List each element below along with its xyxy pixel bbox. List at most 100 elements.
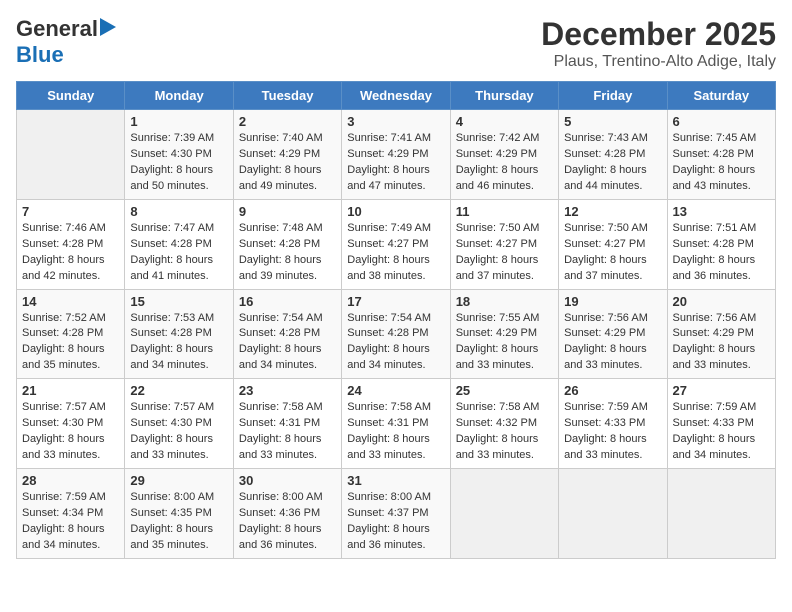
day-info: Sunrise: 7:56 AMSunset: 4:29 PMDaylight:… — [673, 311, 770, 375]
daylight-text: Daylight: 8 hours and 34 minutes. — [22, 523, 105, 551]
calendar-cell: 11Sunrise: 7:50 AMSunset: 4:27 PMDayligh… — [450, 199, 558, 289]
col-friday: Friday — [559, 82, 667, 110]
sunset-text: Sunset: 4:36 PM — [239, 507, 320, 519]
calendar-cell: 13Sunrise: 7:51 AMSunset: 4:28 PMDayligh… — [667, 199, 775, 289]
calendar-cell: 19 Sunrise: 7:56 AMSunset: 4:29 PMDayligh… — [559, 289, 667, 379]
daylight-text: Daylight: 8 hours and 33 minutes. — [456, 343, 539, 371]
calendar-cell: 23 Sunrise: 7:58 AMSunset: 4:31 PMDayligh… — [233, 379, 341, 469]
sunset-text: Sunset: 4:34 PM — [22, 507, 103, 519]
calendar-cell: 29 Sunrise: 8:00 AM Sunset: 4:35 PM Dayligh… — [125, 469, 233, 559]
day-number: 18 — [456, 294, 553, 309]
sunset-text: Sunset: 4:28 PM — [22, 327, 103, 339]
daylight-text: Daylight: 8 hours and 47 minutes. — [347, 164, 430, 192]
day-info: Sunrise: 7:50 AMSunset: 4:27 PMDaylight:… — [456, 221, 553, 285]
day-number: 20 — [673, 294, 770, 309]
calendar-cell: 4Sunrise: 7:42 AMSunset: 4:29 PMDaylight… — [450, 110, 558, 200]
daylight-text: Daylight: 8 hours and 33 minutes. — [564, 343, 647, 371]
calendar-cell: 6Sunrise: 7:45 AMSunset: 4:28 PMDaylight… — [667, 110, 775, 200]
sunrise-text: Sunrise: 7:56 AM — [673, 312, 757, 324]
day-number: 19 — [564, 294, 661, 309]
col-sunday: Sunday — [17, 82, 125, 110]
sunset-text: Sunset: 4:35 PM — [130, 507, 211, 519]
calendar-cell: 7Sunrise: 7:46 AMSunset: 4:28 PMDaylight… — [17, 199, 125, 289]
day-info: Sunrise: 7:57 AMSunset: 4:30 PMDaylight:… — [130, 400, 227, 464]
sunset-text: Sunset: 4:27 PM — [347, 238, 428, 250]
sunset-text: Sunset: 4:31 PM — [239, 417, 320, 429]
logo-arrow-icon — [100, 18, 116, 41]
calendar-cell: 15Sunrise: 7:53 AMSunset: 4:28 PMDayligh… — [125, 289, 233, 379]
sunrise-text: Sunrise: 7:48 AM — [239, 222, 323, 234]
day-number: 13 — [673, 204, 770, 219]
calendar-table: Sunday Monday Tuesday Wednesday Thursday… — [16, 81, 776, 559]
sunrise-text: Sunrise: 7:51 AM — [673, 222, 757, 234]
day-number: 7 — [22, 204, 119, 219]
calendar-week-row: 14Sunrise: 7:52 AMSunset: 4:28 PMDayligh… — [17, 289, 776, 379]
sunrise-text: Sunrise: 7:52 AM — [22, 312, 106, 324]
col-wednesday: Wednesday — [342, 82, 450, 110]
day-info: Sunrise: 7:45 AMSunset: 4:28 PMDaylight:… — [673, 131, 770, 195]
sunrise-text: Sunrise: 7:39 AM — [130, 132, 214, 144]
page-header: General Blue December 2025 Plaus, Trenti… — [16, 16, 776, 71]
calendar-cell: 3Sunrise: 7:41 AMSunset: 4:29 PMDaylight… — [342, 110, 450, 200]
sunrise-text: Sunrise: 7:57 AM — [130, 401, 214, 413]
daylight-text: Daylight: 8 hours and 39 minutes. — [239, 254, 322, 282]
sunrise-text: Sunrise: 8:00 AM — [347, 491, 431, 503]
daylight-text: Daylight: 8 hours and 43 minutes. — [673, 164, 756, 192]
day-info: Sunrise: 7:55 AMSunset: 4:29 PMDaylight:… — [456, 311, 553, 375]
day-info: Sunrise: 7:48 AMSunset: 4:28 PMDaylight:… — [239, 221, 336, 285]
sunrise-text: Sunrise: 7:50 AM — [564, 222, 648, 234]
day-number: 26 — [564, 383, 661, 398]
sunset-text: Sunset: 4:30 PM — [130, 148, 211, 160]
calendar-cell: 8Sunrise: 7:47 AMSunset: 4:28 PMDaylight… — [125, 199, 233, 289]
day-info: Sunrise: 7:57 AMSunset: 4:30 PMDaylight:… — [22, 400, 119, 464]
calendar-cell: 25Sunrise: 7:58 AMSunset: 4:32 PMDayligh… — [450, 379, 558, 469]
calendar-cell: 5Sunrise: 7:43 AMSunset: 4:28 PMDaylight… — [559, 110, 667, 200]
day-info: Sunrise: 7:58 AMSunset: 4:31 PMDaylight:… — [239, 400, 336, 464]
sunrise-text: Sunrise: 7:54 AM — [347, 312, 431, 324]
sunset-text: Sunset: 4:29 PM — [347, 148, 428, 160]
logo-text-blue: Blue — [16, 42, 64, 67]
day-info: Sunrise: 7:49 AMSunset: 4:27 PMDaylight:… — [347, 221, 444, 285]
sunset-text: Sunset: 4:28 PM — [673, 238, 754, 250]
page-title: December 2025 — [541, 16, 776, 53]
day-number: 2 — [239, 114, 336, 129]
calendar-cell: 26 Sunrise: 7:59 AMSunset: 4:33 PMDayligh… — [559, 379, 667, 469]
day-info: Sunrise: 7:59 AMSunset: 4:33 PMDaylight:… — [564, 400, 661, 464]
logo-text-general: General — [16, 16, 98, 42]
daylight-text: Daylight: 8 hours and 33 minutes. — [22, 433, 105, 461]
calendar-cell — [667, 469, 775, 559]
col-tuesday: Tuesday — [233, 82, 341, 110]
day-number: 25 — [456, 383, 553, 398]
calendar-cell: 22Sunrise: 7:57 AMSunset: 4:30 PMDayligh… — [125, 379, 233, 469]
day-info: Sunrise: 7:50 AMSunset: 4:27 PMDaylight:… — [564, 221, 661, 285]
day-number: 29 — [130, 473, 227, 488]
daylight-text: Daylight: 8 hours and 33 minutes. — [130, 433, 213, 461]
sunrise-text: Sunrise: 8:00 AM — [130, 491, 214, 503]
day-number: 9 — [239, 204, 336, 219]
sunset-text: Sunset: 4:28 PM — [130, 238, 211, 250]
calendar-cell: 12 Sunrise: 7:50 AMSunset: 4:27 PMDayligh… — [559, 199, 667, 289]
day-number: 21 — [22, 383, 119, 398]
sunset-text: Sunset: 4:28 PM — [22, 238, 103, 250]
day-number: 23 — [239, 383, 336, 398]
day-number: 28 — [22, 473, 119, 488]
sunrise-text: Sunrise: 7:41 AM — [347, 132, 431, 144]
daylight-text: Daylight: 8 hours and 46 minutes. — [456, 164, 539, 192]
day-info: Sunrise: 7:51 AMSunset: 4:28 PMDaylight:… — [673, 221, 770, 285]
daylight-text: Daylight: 8 hours and 34 minutes. — [239, 343, 322, 371]
sunrise-text: Sunrise: 7:54 AM — [239, 312, 323, 324]
day-number: 5 — [564, 114, 661, 129]
sunrise-text: Sunrise: 7:53 AM — [130, 312, 214, 324]
daylight-text: Daylight: 8 hours and 33 minutes. — [564, 433, 647, 461]
col-thursday: Thursday — [450, 82, 558, 110]
calendar-week-row: 28Sunrise: 7:59 AMSunset: 4:34 PMDayligh… — [17, 469, 776, 559]
daylight-text: Daylight: 8 hours and 35 minutes. — [130, 523, 213, 551]
daylight-text: Daylight: 8 hours and 34 minutes. — [130, 343, 213, 371]
calendar-cell — [559, 469, 667, 559]
calendar-cell: 14Sunrise: 7:52 AMSunset: 4:28 PMDayligh… — [17, 289, 125, 379]
daylight-text: Daylight: 8 hours and 44 minutes. — [564, 164, 647, 192]
title-block: December 2025 Plaus, Trentino-Alto Adige… — [541, 16, 776, 71]
daylight-text: Daylight: 8 hours and 33 minutes. — [456, 433, 539, 461]
day-number: 12 — [564, 204, 661, 219]
day-info: Sunrise: 7:56 AMSunset: 4:29 PMDaylight:… — [564, 311, 661, 375]
